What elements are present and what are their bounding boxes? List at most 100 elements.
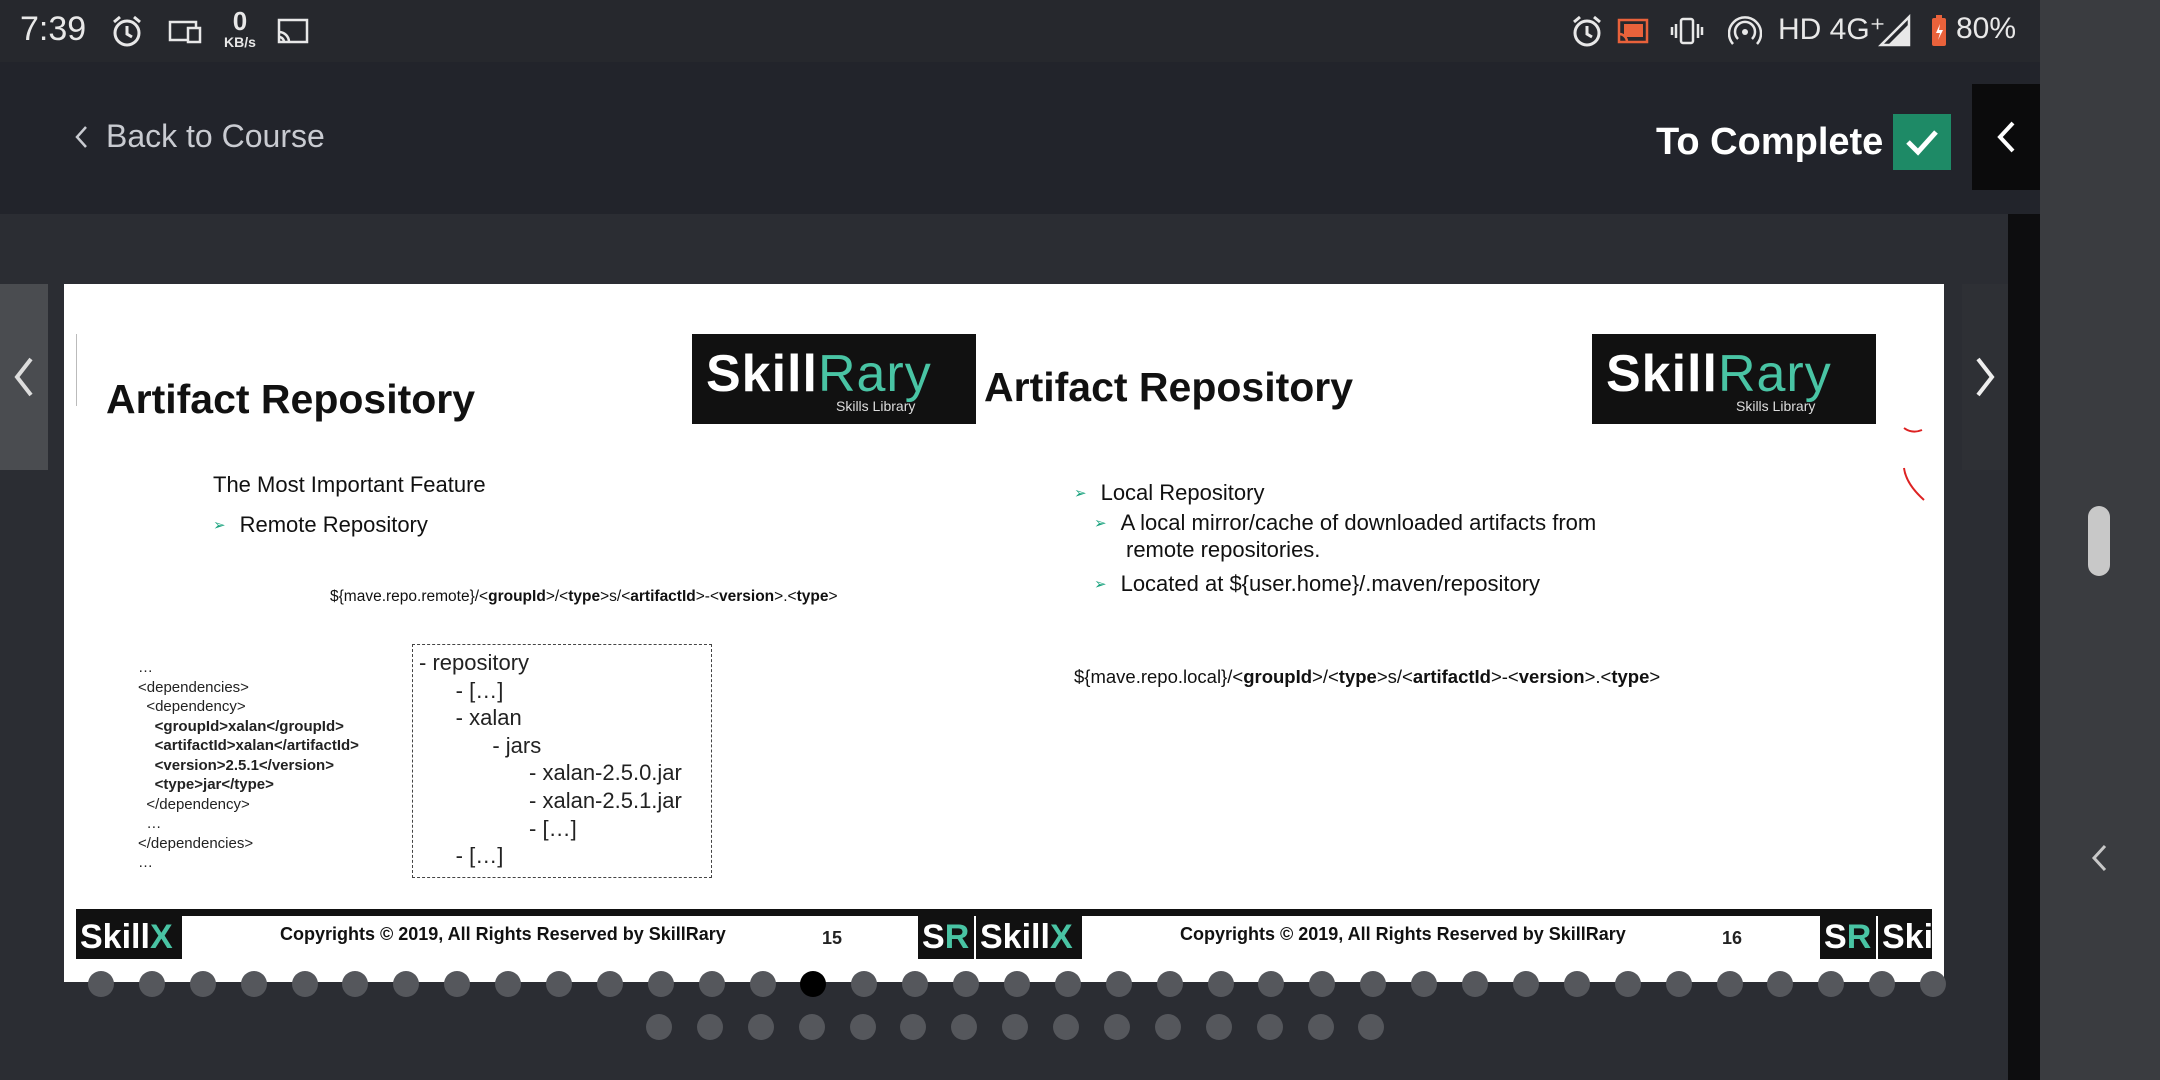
- pager-dot[interactable]: [393, 971, 420, 997]
- pager-dot[interactable]: [1258, 971, 1285, 997]
- pager-dot[interactable]: [291, 971, 318, 997]
- slide-footer: SkillX Copyrights © 2019, All Rights Res…: [76, 909, 1932, 959]
- pager-dot[interactable]: [1462, 971, 1489, 997]
- back-to-course-link[interactable]: Back to Course: [74, 118, 325, 155]
- scrollbar-thumb[interactable]: [2088, 506, 2110, 576]
- course-header: Back to Course To Complete: [0, 62, 2040, 214]
- local-repository-bullet: Local Repository: [1074, 480, 1265, 506]
- checkmark-icon: [1906, 130, 1939, 156]
- skillx-logo-partial: Ski: [1878, 916, 1932, 959]
- status-bar: 7:39 0 KB/s HD 4G⁺ 80%: [0, 0, 2040, 62]
- pager-dot[interactable]: [953, 971, 980, 997]
- slide-pager-row-1: [88, 971, 1947, 997]
- sr-logo: SR: [918, 916, 974, 959]
- cast-on-icon: [1617, 18, 1649, 44]
- chevron-left-icon: [1997, 121, 2015, 153]
- checkmark-box: [1893, 114, 1952, 170]
- pager-dot[interactable]: [1920, 971, 1947, 997]
- pager-dot[interactable]: [1105, 971, 1132, 997]
- pager-dot[interactable]: [444, 971, 471, 997]
- slide-border-line: [76, 334, 77, 406]
- pager-dot[interactable]: [1360, 971, 1387, 997]
- panel-divider: [2008, 214, 2040, 1080]
- to-complete-button[interactable]: To Complete: [1656, 114, 1952, 170]
- pager-dot[interactable]: [798, 1014, 825, 1040]
- pager-dot[interactable]: [849, 1014, 876, 1040]
- pager-dot[interactable]: [1563, 971, 1590, 997]
- slide-image: Artifact Repository SkillRary Skills Lib…: [64, 284, 1944, 982]
- pager-dot[interactable]: [1156, 971, 1183, 997]
- pager-dot[interactable]: [1512, 971, 1539, 997]
- repository-tree: - repository - […] - xalan - jars - xala…: [412, 644, 712, 878]
- network-type: HD 4G⁺: [1778, 13, 1886, 46]
- pager-dot[interactable]: [696, 1014, 723, 1040]
- left-copyright: Copyrights © 2019, All Rights Reserved b…: [280, 924, 726, 944]
- pager-dot[interactable]: [749, 971, 776, 997]
- pager-dot[interactable]: [88, 971, 114, 997]
- local-path: ${mave.repo.local}/<groupId>/<type>s/<ar…: [1074, 666, 1661, 687]
- pager-dot-active[interactable]: [800, 971, 827, 997]
- pager-dot[interactable]: [951, 1014, 978, 1040]
- vibrate-icon: [1670, 17, 1704, 45]
- battery-icon: [1932, 15, 1946, 46]
- screen-icon: [168, 20, 202, 44]
- pager-dot[interactable]: [1307, 1014, 1334, 1040]
- pager-dot[interactable]: [647, 971, 674, 997]
- remote-repository-bullet: Remote Repository: [213, 512, 428, 538]
- pager-dot[interactable]: [495, 971, 522, 997]
- pager-dot[interactable]: [1053, 1014, 1080, 1040]
- right-copyright: Copyrights © 2019, All Rights Reserved b…: [1180, 924, 1626, 944]
- pager-dot[interactable]: [747, 1014, 774, 1040]
- pager-dot[interactable]: [1309, 971, 1336, 997]
- alarm-icon: [113, 15, 141, 47]
- local-mirror-continued: remote repositories.: [1126, 537, 1321, 562]
- pager-dot[interactable]: [1869, 971, 1896, 997]
- pager-dot[interactable]: [698, 971, 725, 997]
- pager-dot[interactable]: [1256, 1014, 1283, 1040]
- pager-dot[interactable]: [189, 971, 216, 997]
- chevron-left-icon: [75, 125, 87, 148]
- pager-dot[interactable]: [851, 971, 878, 997]
- pager-dot[interactable]: [1002, 1014, 1029, 1040]
- pager-dot[interactable]: [240, 971, 267, 997]
- pager-dot[interactable]: [342, 971, 369, 997]
- pager-dot[interactable]: [1358, 1014, 1385, 1040]
- pager-dot[interactable]: [1205, 1014, 1232, 1040]
- annotation-mark: [1903, 427, 1925, 501]
- status-time: 7:39: [20, 10, 87, 48]
- local-mirror-bullet: A local mirror/cache of downloaded artif…: [1094, 510, 1597, 536]
- data-speed: 0 KB/s: [224, 6, 256, 50]
- hotspot-icon: [1728, 16, 1762, 45]
- pager-dot[interactable]: [1207, 971, 1234, 997]
- pager-dot[interactable]: [1665, 971, 1692, 997]
- pager-dot[interactable]: [1054, 971, 1081, 997]
- pager-dot[interactable]: [902, 971, 929, 997]
- left-slide-title: Artifact Repository: [106, 376, 476, 422]
- to-complete-label: To Complete: [1656, 120, 1884, 163]
- pager-dot[interactable]: [1614, 971, 1641, 997]
- pager-dot[interactable]: [900, 1014, 927, 1040]
- pager-dot[interactable]: [1004, 971, 1031, 997]
- slide-pager-row-2: [646, 1014, 1385, 1040]
- right-page-number: 16: [1722, 928, 1743, 948]
- remote-path: ${mave.repo.remote}/<groupId>/<type>s/<a…: [330, 588, 838, 605]
- chevron-right-icon: [1976, 357, 1995, 397]
- battery-percent: 80%: [1956, 12, 2017, 45]
- pager-dot[interactable]: [1104, 1014, 1131, 1040]
- back-label: Back to Course: [106, 118, 325, 154]
- pager-dot[interactable]: [596, 971, 623, 997]
- pager-dot[interactable]: [1411, 971, 1438, 997]
- pager-dot[interactable]: [1767, 971, 1794, 997]
- pager-dot[interactable]: [1818, 971, 1845, 997]
- pager-dot[interactable]: [546, 971, 573, 997]
- pager-dot[interactable]: [1716, 971, 1743, 997]
- chevron-left-icon[interactable]: [2086, 840, 2112, 876]
- next-slide-button[interactable]: [1962, 284, 2008, 470]
- pager-dot[interactable]: [1154, 1014, 1181, 1040]
- pager-dot[interactable]: [138, 971, 165, 997]
- left-page-number: 15: [822, 928, 843, 948]
- collapse-panel-button[interactable]: [1972, 84, 2040, 190]
- previous-slide-button[interactable]: [0, 284, 48, 470]
- right-slide-title: Artifact Repository: [984, 364, 1354, 410]
- pager-dot[interactable]: [646, 1014, 672, 1040]
